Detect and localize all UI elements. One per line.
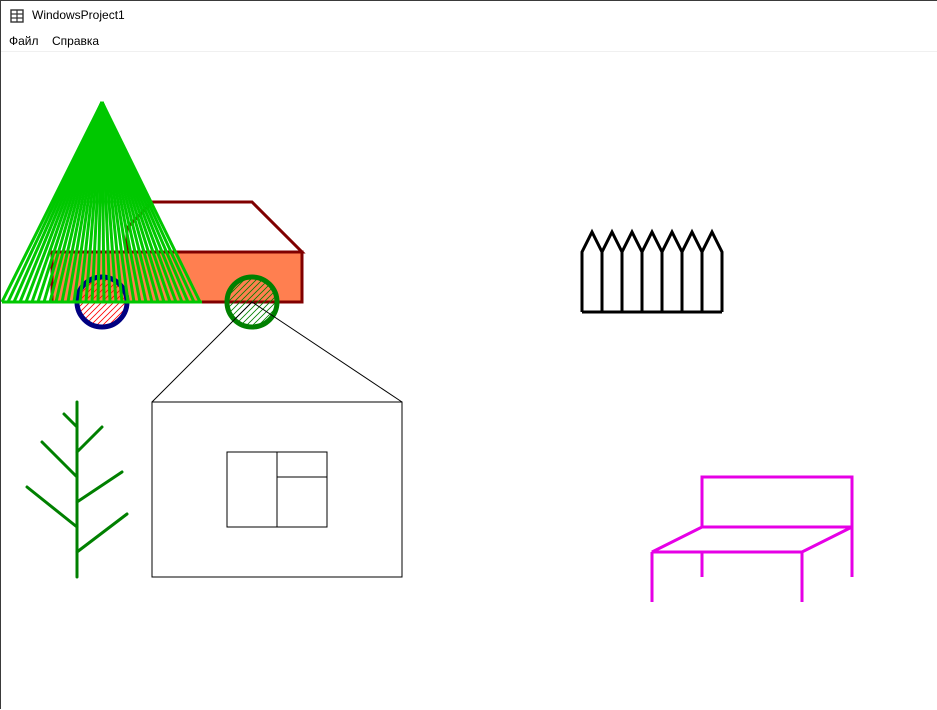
fence-picket: [680, 228, 704, 312]
window-title: WindowsProject1: [32, 8, 125, 22]
table-back: [700, 475, 854, 527]
fence-picket: [660, 228, 684, 312]
house: [151, 301, 403, 578]
menu-help[interactable]: Справка: [51, 34, 100, 48]
house-roof: [151, 301, 403, 403]
fence-picket: [600, 228, 624, 312]
app-window-icon: [10, 9, 24, 23]
table-top: [651, 525, 853, 554]
table: [650, 475, 854, 602]
fence: [580, 228, 724, 314]
menu-bar: Файл Справка: [1, 32, 937, 52]
scene-drawing: [1, 101, 854, 602]
app-window: WindowsProject1 Файл Справка: [0, 0, 937, 710]
fence-picket: [620, 228, 644, 312]
branch-tree: [25, 400, 129, 579]
fence-picket: [580, 228, 604, 312]
fence-picket: [640, 228, 664, 312]
fence-picket: [700, 228, 724, 312]
title-bar[interactable]: WindowsProject1: [1, 1, 937, 31]
drawing-canvas: [1, 52, 937, 710]
menu-file[interactable]: Файл: [8, 34, 40, 48]
